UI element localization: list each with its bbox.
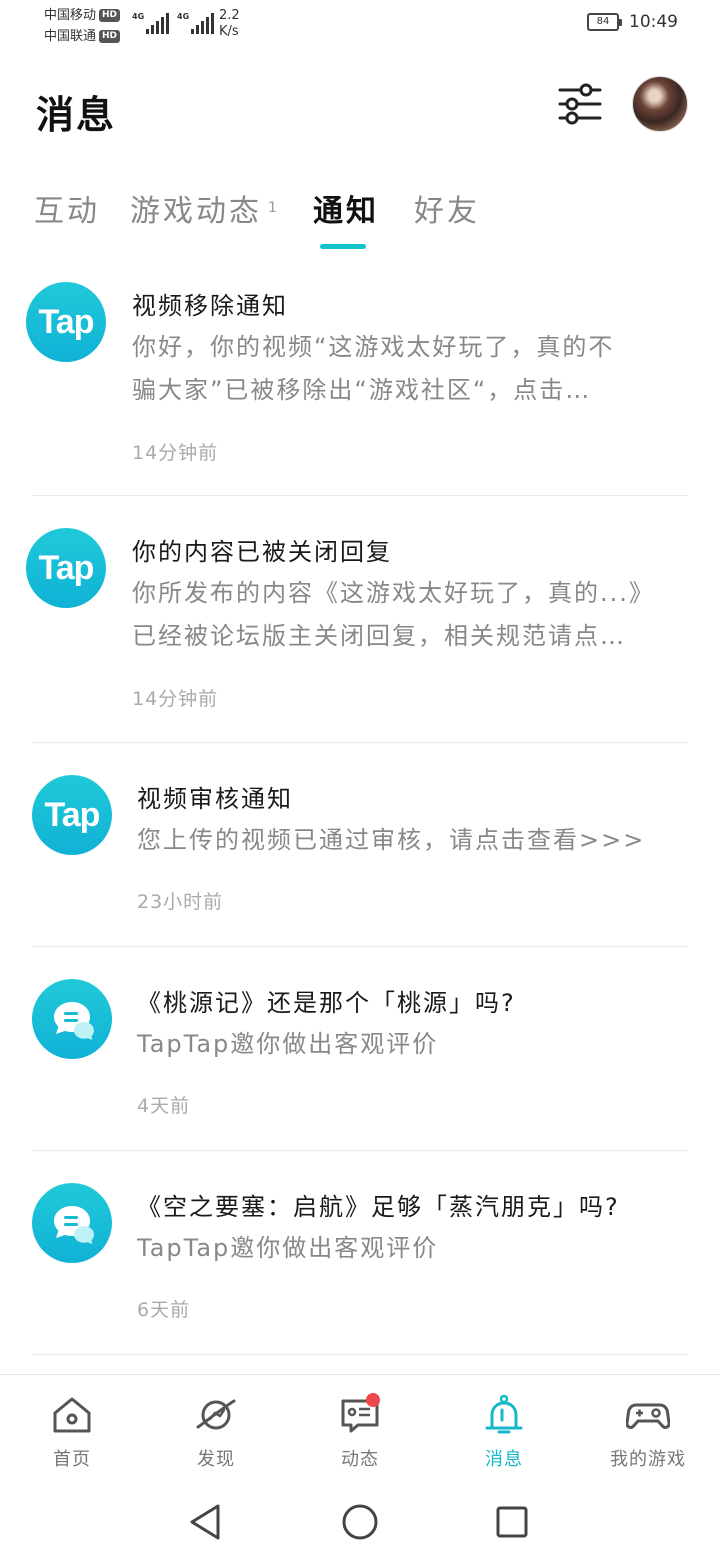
notification-title: 《桃源记》还是那个「桃源」吗? (137, 989, 516, 1017)
notification-title: 你的内容已被关闭回复 (132, 538, 392, 566)
notification-dot (366, 1393, 380, 1407)
list-item[interactable]: 《空之要塞：启航》足够「蒸汽朋克」吗? TapTap邀你做出客观评价 6天前 (0, 1151, 720, 1355)
notification-title: 《空之要塞：启航》足够「蒸汽朋克」吗? (137, 1193, 620, 1221)
tab-interaction[interactable]: 互动 (34, 186, 100, 230)
filter-button[interactable] (556, 82, 604, 126)
recents-square-icon (496, 1506, 528, 1538)
nav-label: 发现 (197, 1449, 235, 1470)
chat-bubble-icon (32, 979, 112, 1059)
tap-logo-icon: Tap (26, 282, 106, 362)
signal-icon: 4G (132, 10, 169, 34)
nav-label: 首页 (53, 1449, 91, 1470)
status-bar: 中国移动 HD 中国联通 HD 4G 4G 2.2 K/s 84 10:49 (0, 0, 720, 50)
tab-game-updates[interactable]: 游戏动态 (130, 186, 262, 230)
divider (32, 1354, 688, 1355)
gamepad-icon (625, 1393, 671, 1437)
chat-bubble-icon (32, 1183, 112, 1263)
home-circle-icon (342, 1504, 378, 1540)
carrier-info: 中国移动 HD 中国联通 HD (44, 5, 121, 47)
notification-time: 14分钟前 (132, 688, 219, 710)
nav-my-games[interactable]: 我的游戏 (576, 1375, 720, 1483)
recents-button[interactable] (492, 1502, 532, 1542)
tab-friends[interactable]: 好友 (414, 186, 480, 230)
nav-messages[interactable]: 消息 (432, 1375, 576, 1483)
system-nav-bar (0, 1482, 720, 1560)
notification-title: 视频移除通知 (132, 292, 288, 320)
list-item[interactable]: Tap 视频移除通知 你好，你的视频“这游戏太好玩了，真的不 骗大家”已被移除出… (0, 250, 720, 496)
nav-discover[interactable]: 发现 (144, 1375, 288, 1483)
tab-notifications[interactable]: 通知 (313, 186, 379, 230)
tap-logo-icon: Tap (26, 528, 106, 608)
notification-title: 视频审核通知 (137, 785, 293, 813)
page-title: 消息 (36, 93, 117, 137)
notification-list: Tap 视频移除通知 你好，你的视频“这游戏太好玩了，真的不 骗大家”已被移除出… (0, 250, 720, 1355)
nav-label: 消息 (485, 1449, 523, 1470)
notification-time: 23小时前 (137, 891, 224, 913)
carrier-1: 中国移动 (44, 8, 97, 23)
tab-badge-count: 1 (268, 200, 277, 216)
carrier-2: 中国联通 (44, 29, 97, 44)
avatar[interactable] (632, 76, 688, 132)
notification-body: 你所发布的内容《这游戏太好玩了，真的...》 已经被论坛版主关闭回复，相关规范请… (132, 579, 655, 650)
discover-planet-icon (194, 1393, 238, 1437)
list-item[interactable]: Tap 视频审核通知 您上传的视频已通过审核，请点击查看>>> 23小时前 (0, 743, 720, 947)
signal-icon: 4G (177, 10, 214, 34)
home-icon (50, 1393, 94, 1437)
clock: 10:49 (629, 12, 678, 32)
sliders-icon (558, 83, 602, 125)
active-tab-indicator (320, 244, 366, 249)
notification-body: 您上传的视频已通过审核，请点击查看>>> (137, 826, 646, 854)
back-button[interactable] (186, 1502, 226, 1542)
home-button[interactable] (340, 1502, 380, 1542)
battery-icon: 84 (587, 13, 622, 31)
notification-body: TapTap邀你做出客观评价 (137, 1030, 439, 1058)
bottom-nav: 首页 发现 动态 消息 我的游戏 (0, 1374, 720, 1482)
notification-time: 4天前 (137, 1095, 191, 1117)
feed-icon (338, 1393, 382, 1437)
network-speed: 2.2 K/s (219, 8, 240, 39)
notification-time: 6天前 (137, 1299, 191, 1321)
notification-body: TapTap邀你做出客观评价 (137, 1234, 439, 1262)
nav-home[interactable]: 首页 (0, 1375, 144, 1483)
notification-time: 14分钟前 (132, 442, 219, 464)
nav-label: 动态 (341, 1449, 379, 1470)
notification-body: 你好，你的视频“这游戏太好玩了，真的不 骗大家”已被移除出“游戏社区“，点击… (132, 333, 615, 404)
tab-bar: 互动 游戏动态 1 通知 好友 (0, 180, 720, 250)
hd-badge: HD (99, 30, 121, 43)
list-item[interactable]: 《桃源记》还是那个「桃源」吗? TapTap邀你做出客观评价 4天前 (0, 947, 720, 1151)
hd-badge: HD (99, 9, 121, 22)
signal-icons: 4G 4G (132, 10, 214, 34)
tap-logo-icon: Tap (32, 775, 112, 855)
back-triangle-icon (190, 1504, 220, 1540)
nav-feed[interactable]: 动态 (288, 1375, 432, 1483)
list-item[interactable]: Tap 你的内容已被关闭回复 你所发布的内容《这游戏太好玩了，真的...》 已经… (0, 496, 720, 743)
nav-label: 我的游戏 (610, 1449, 686, 1470)
bell-icon (482, 1393, 526, 1437)
